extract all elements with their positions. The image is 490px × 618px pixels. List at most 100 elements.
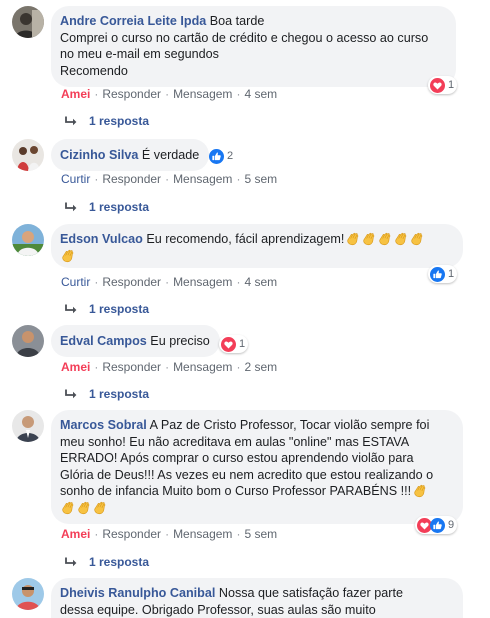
clapping-hands-emoji xyxy=(345,231,360,246)
reply-arrow-icon xyxy=(63,115,79,127)
clapping-hands-emoji xyxy=(60,500,75,515)
comment-text-line: Recomendo xyxy=(60,63,128,78)
comment-text: Nossa que satisfação fazer parte xyxy=(218,586,403,600)
reaction-count: 2 xyxy=(227,150,234,162)
comment-text-line: sonho de infancia Muito bom o Curso Prof… xyxy=(60,484,412,498)
reply-button[interactable]: Responder xyxy=(102,275,161,289)
comment-actions: Amei · Responder · Mensagem · 5 sem xyxy=(61,527,277,541)
view-replies-link[interactable]: 1 resposta xyxy=(63,555,149,569)
comment-text-line: meu sonho! Eu não acreditava em aulas "o… xyxy=(60,434,410,449)
view-replies-link[interactable]: 1 resposta xyxy=(63,114,149,128)
comment-text-line: ERRADO! Após comprar o curso estou apren… xyxy=(60,451,414,465)
comment-author[interactable]: Andre Correia Leite Ipda xyxy=(60,14,206,28)
comment-actions: Curtir · Responder · Mensagem · 5 sem xyxy=(61,172,277,186)
clapping-hands-emoji xyxy=(361,231,376,246)
reply-arrow-icon xyxy=(63,388,79,400)
replies-count[interactable]: 1 resposta xyxy=(89,302,149,316)
timestamp[interactable]: 5 sem xyxy=(244,527,277,541)
timestamp[interactable]: 4 sem xyxy=(244,87,277,101)
thumbs-up-reaction-icon xyxy=(430,518,445,533)
comment-author[interactable]: Edval Campos xyxy=(60,334,147,348)
comment-text: Eu recomendo, fácil aprendizagem! xyxy=(146,232,345,246)
comment-text: Eu preciso xyxy=(150,334,210,348)
avatar[interactable] xyxy=(12,139,44,171)
reply-button[interactable]: Responder xyxy=(102,527,161,541)
avatar[interactable] xyxy=(12,410,44,442)
avatar[interactable] xyxy=(12,325,44,357)
message-button[interactable]: Mensagem xyxy=(173,275,232,289)
heart-reaction-icon xyxy=(221,337,236,352)
comment-author[interactable]: Cizinho Silva xyxy=(60,148,138,162)
reaction-summary[interactable]: 1 xyxy=(428,265,458,283)
comment-bubble: Dheivis Ranulpho Canibal Nossa que satis… xyxy=(51,578,463,618)
separator: · xyxy=(165,360,170,374)
avatar[interactable] xyxy=(12,6,44,38)
comment-text-line: Glória de Deus!!! As vezes eu nem acredi… xyxy=(60,467,434,482)
comment-actions: Amei · Responder · Mensagem · 4 sem xyxy=(61,87,277,101)
thumbs-up-reaction-icon xyxy=(430,267,445,282)
avatar[interactable] xyxy=(12,578,44,610)
separator: · xyxy=(94,527,99,541)
timestamp[interactable]: 2 sem xyxy=(244,360,277,374)
separator: · xyxy=(94,275,99,289)
replies-count[interactable]: 1 resposta xyxy=(89,387,149,401)
comment-author[interactable]: Marcos Sobral xyxy=(60,418,147,432)
reply-button[interactable]: Responder xyxy=(102,172,161,186)
comment-bubble: Marcos Sobral A Paz de Cristo Professor,… xyxy=(51,410,463,524)
timestamp[interactable]: 4 sem xyxy=(244,275,277,289)
reply-button[interactable]: Responder xyxy=(102,87,161,101)
love-button[interactable]: Amei xyxy=(61,527,90,541)
like-button[interactable]: Curtir xyxy=(61,275,90,289)
reaction-summary[interactable]: 9 xyxy=(415,516,458,534)
message-button[interactable]: Mensagem xyxy=(173,87,232,101)
comment-text: É verdade xyxy=(141,148,200,162)
timestamp[interactable]: 5 sem xyxy=(244,172,277,186)
separator: · xyxy=(236,87,241,101)
replies-count[interactable]: 1 resposta xyxy=(89,555,149,569)
clapping-hands-emoji xyxy=(92,500,107,515)
replies-count[interactable]: 1 resposta xyxy=(89,200,149,214)
message-button[interactable]: Mensagem xyxy=(173,172,232,186)
reply-arrow-icon xyxy=(63,201,79,213)
reaction-count: 9 xyxy=(448,519,455,531)
separator: · xyxy=(165,172,170,186)
comment-bubble: Edval Campos Eu preciso xyxy=(51,325,220,357)
message-button[interactable]: Mensagem xyxy=(173,527,232,541)
clapping-hands-emoji xyxy=(409,231,424,246)
separator: · xyxy=(94,172,99,186)
comment-actions: Curtir · Responder · Mensagem · 4 sem xyxy=(61,275,277,289)
separator: · xyxy=(236,275,241,289)
comment-bubble: Andre Correia Leite Ipda Boa tarde Compr… xyxy=(51,6,456,87)
comment-author[interactable]: Edson Vulcao xyxy=(60,232,143,246)
separator: · xyxy=(94,87,99,101)
separator: · xyxy=(236,360,241,374)
reaction-summary[interactable]: 1 xyxy=(219,335,249,353)
reply-arrow-icon xyxy=(63,556,79,568)
separator: · xyxy=(236,527,241,541)
separator: · xyxy=(165,275,170,289)
view-replies-link[interactable]: 1 resposta xyxy=(63,387,149,401)
like-button[interactable]: Curtir xyxy=(61,172,90,186)
comment-actions: Amei · Responder · Mensagem · 2 sem xyxy=(61,360,277,374)
separator: · xyxy=(165,527,170,541)
view-replies-link[interactable]: 1 resposta xyxy=(63,200,149,214)
clapping-hands-emoji xyxy=(377,231,392,246)
comment-author[interactable]: Dheivis Ranulpho Canibal xyxy=(60,586,215,600)
clapping-hands-emoji xyxy=(76,500,91,515)
love-button[interactable]: Amei xyxy=(61,87,90,101)
comment-text-line: dessa equipe. Obrigado Professor, suas a… xyxy=(60,602,376,617)
comment-text-line: Comprei o curso no cartão de crédito e c… xyxy=(60,30,429,45)
clapping-hands-emoji xyxy=(412,483,427,498)
avatar[interactable] xyxy=(12,224,44,256)
reply-arrow-icon xyxy=(63,303,79,315)
message-button[interactable]: Mensagem xyxy=(173,360,232,374)
separator: · xyxy=(165,87,170,101)
reply-button[interactable]: Responder xyxy=(102,360,161,374)
love-button[interactable]: Amei xyxy=(61,360,90,374)
view-replies-link[interactable]: 1 resposta xyxy=(63,302,149,316)
separator: · xyxy=(236,172,241,186)
reaction-summary[interactable]: 2 xyxy=(207,147,236,165)
replies-count[interactable]: 1 resposta xyxy=(89,114,149,128)
reaction-summary[interactable]: 1 xyxy=(428,76,458,94)
thumbs-up-reaction-icon xyxy=(209,149,224,164)
